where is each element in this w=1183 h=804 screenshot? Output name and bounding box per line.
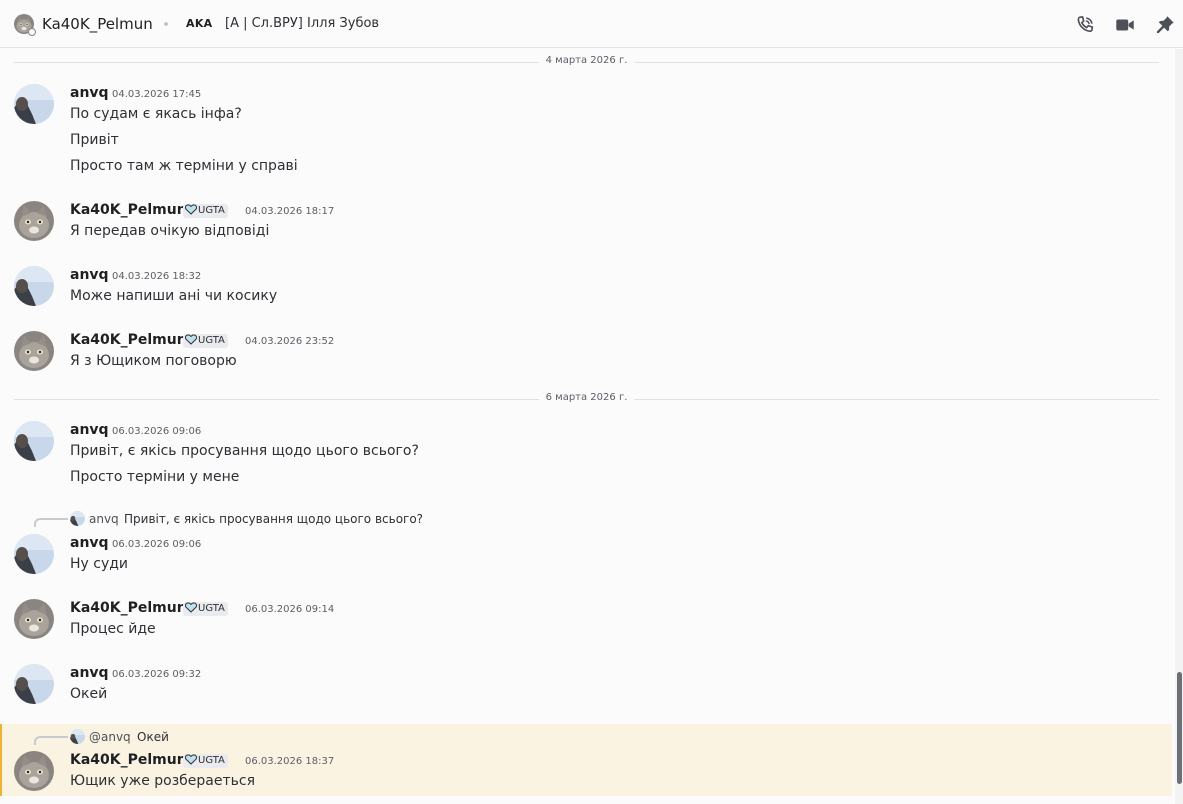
message-timestamp: 06.03.2026 18:37 [245, 756, 335, 767]
reply-preview[interactable]: Привіт, є якісь просування щодо цього вс… [124, 512, 423, 526]
heart-icon [185, 334, 197, 345]
date-divider-label: 6 марта 2026 г. [538, 392, 635, 403]
message-text: Ющик уже розбераеться [70, 773, 256, 789]
server-tag-label: UGTA [198, 335, 225, 346]
dm-header: Ka40K_Pelmun AKA [A | Сл.ВРУ] Ілля Зубов [0, 0, 1183, 48]
avatar[interactable] [14, 421, 54, 461]
message-timestamp: 06.03.2026 09:06 [112, 539, 202, 550]
date-divider: 4 марта 2026 г. [14, 55, 1159, 66]
offline-status-icon [28, 28, 36, 36]
message-text: Я з Ющиком поговорю [70, 353, 237, 369]
message-author[interactable]: Ka40K_Pelmun [70, 202, 187, 218]
server-tag-badge[interactable]: UGTA [183, 754, 228, 768]
avatar[interactable] [14, 266, 54, 306]
heart-icon [185, 204, 197, 215]
separator-dot [164, 22, 168, 26]
avatar[interactable] [14, 331, 54, 371]
message-text: По судам є якась інфа? [70, 106, 242, 122]
server-tag-badge[interactable]: UGTA [183, 204, 228, 218]
avatar[interactable] [14, 599, 54, 639]
message-timestamp: 06.03.2026 09:14 [245, 604, 335, 615]
message-timestamp: 04.03.2026 18:17 [245, 206, 335, 217]
message-timestamp: 04.03.2026 17:45 [112, 89, 202, 100]
message-author[interactable]: anvq [70, 665, 109, 681]
avatar[interactable] [14, 751, 54, 791]
date-divider: 6 марта 2026 г. [14, 392, 1159, 403]
message-text: Просто там ж терміни у справі [70, 158, 298, 174]
reply-avatar[interactable] [70, 511, 85, 526]
heart-icon [185, 754, 197, 765]
reply-connector [34, 736, 68, 745]
message-text: Ну суди [70, 556, 129, 572]
server-tag-label: UGTA [198, 205, 225, 216]
message-text: Просто терміни у мене [70, 469, 240, 485]
server-tag-badge[interactable]: UGTA [183, 334, 228, 348]
message-author[interactable]: anvq [70, 85, 109, 101]
avatar[interactable] [14, 84, 54, 124]
message-author[interactable]: anvq [70, 422, 109, 438]
reply-avatar[interactable] [70, 729, 85, 744]
message-text: Може напиши ані чи косику [70, 288, 278, 304]
video-call-icon[interactable] [1114, 14, 1136, 36]
message-author[interactable]: Ka40K_Pelmun [70, 600, 187, 616]
message-text: Привіт, є якісь просування щодо цього вс… [70, 443, 419, 459]
server-tag-badge[interactable]: UGTA [183, 602, 228, 616]
reply-author[interactable]: anvq [89, 512, 119, 526]
message-text: Привіт [70, 132, 119, 148]
mention-highlight-bar [0, 724, 2, 796]
header-tag: AKA [186, 17, 213, 30]
message-timestamp: 06.03.2026 09:06 [112, 426, 202, 437]
message-text: Я передав очікую відповіді [70, 223, 270, 239]
server-tag-label: UGTA [198, 603, 225, 614]
message-text: Процес йде [70, 621, 156, 637]
reply-author[interactable]: @anvq [89, 730, 131, 744]
header-alias: [A | Сл.ВРУ] Ілля Зубов [225, 16, 380, 31]
date-divider-label: 4 марта 2026 г. [538, 55, 635, 66]
header-username: Ka40K_Pelmun [42, 15, 153, 33]
message-timestamp: 06.03.2026 09:32 [112, 669, 202, 680]
message-author[interactable]: Ka40K_Pelmun [70, 752, 187, 768]
reply-connector [34, 518, 68, 527]
pin-icon[interactable] [1154, 14, 1176, 36]
message-author[interactable]: anvq [70, 267, 109, 283]
message-author[interactable]: anvq [70, 535, 109, 551]
message-timestamp: 04.03.2026 18:32 [112, 271, 202, 282]
scrollbar-thumb[interactable] [1177, 672, 1182, 784]
message-timestamp: 04.03.2026 23:52 [245, 336, 335, 347]
reply-preview[interactable]: Окей [137, 730, 169, 744]
heart-icon [185, 602, 197, 613]
message-text: Окей [70, 686, 108, 702]
avatar[interactable] [14, 201, 54, 241]
message-author[interactable]: Ka40K_Pelmun [70, 332, 187, 348]
avatar[interactable] [14, 664, 54, 704]
phone-call-icon[interactable] [1074, 14, 1096, 36]
message-list: 4 марта 2026 г. anvq 04.03.2026 17:45 По… [0, 49, 1175, 804]
avatar[interactable] [14, 534, 54, 574]
server-tag-label: UGTA [198, 755, 225, 766]
